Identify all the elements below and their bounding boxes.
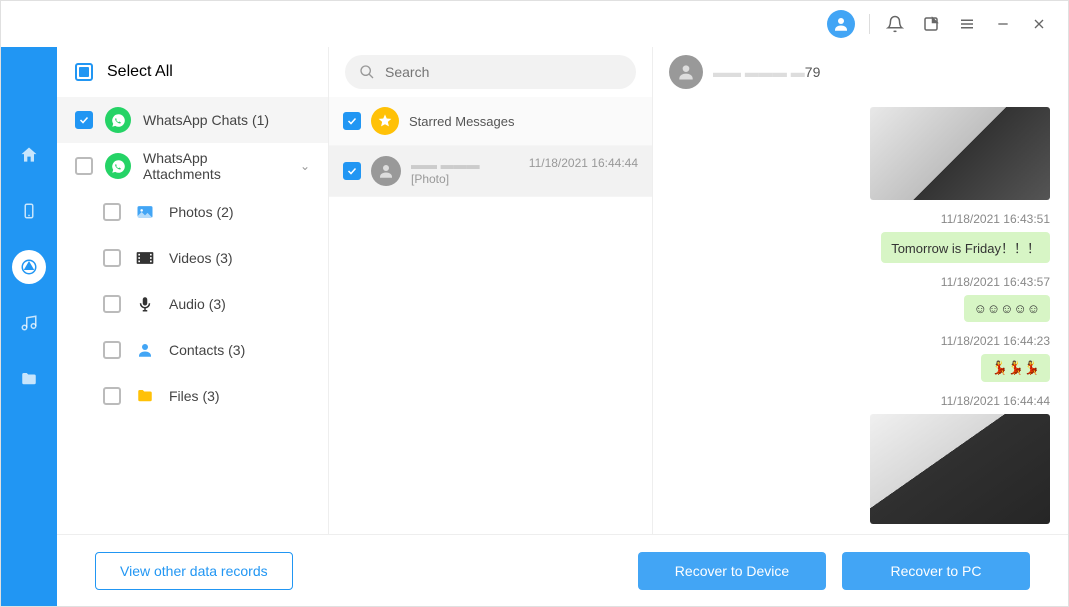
minimize-icon[interactable] (992, 13, 1014, 35)
left-rail (1, 47, 57, 606)
category-audio[interactable]: Audio (3) (57, 281, 328, 327)
conversation-header: ▬▬ ▬▬▬ ▬79 (653, 47, 1068, 97)
list-item-starred[interactable]: Starred Messages (329, 97, 652, 146)
microphone-icon (133, 292, 157, 316)
checkbox[interactable] (103, 387, 121, 405)
rail-folder-icon[interactable] (1, 351, 57, 407)
photo-icon (133, 200, 157, 224)
titlebar (1, 1, 1068, 47)
menu-icon[interactable] (956, 13, 978, 35)
list-item-time: 11/18/2021 16:44:44 (529, 156, 638, 170)
contact-number: ▬▬ ▬▬▬ ▬79 (713, 64, 820, 80)
message-bubble: Tomorrow is Friday！！！ (881, 232, 1050, 263)
chat-list-pane: Starred Messages ▬▬ ▬▬▬ [Photo] (329, 47, 653, 534)
checkbox[interactable] (103, 249, 121, 267)
main: Select All WhatsApp Chats (1) (57, 47, 1068, 606)
message-image[interactable] (870, 414, 1050, 524)
search-row (329, 47, 652, 97)
list-item-chat[interactable]: ▬▬ ▬▬▬ [Photo] 11/18/2021 16:44:44 (329, 146, 652, 197)
separator (869, 14, 870, 34)
rail-device-icon[interactable] (1, 183, 57, 239)
checkbox[interactable] (103, 341, 121, 359)
view-other-records-button[interactable]: View other data records (95, 552, 293, 590)
checkbox[interactable] (343, 112, 361, 130)
category-files[interactable]: Files (3) (57, 373, 328, 419)
avatar-icon (371, 156, 401, 186)
category-videos[interactable]: Videos (3) (57, 235, 328, 281)
category-label: Contacts (3) (169, 342, 245, 358)
checkbox[interactable] (75, 111, 93, 129)
app-window: Select All WhatsApp Chats (1) (0, 0, 1069, 607)
rail-cloud-icon[interactable] (1, 239, 57, 295)
category-label: Files (3) (169, 388, 220, 404)
category-whatsapp-attachments[interactable]: WhatsApp Attachments ⌄ (57, 143, 328, 189)
rail-music-icon[interactable] (1, 295, 57, 351)
select-all-row[interactable]: Select All (57, 47, 328, 97)
chevron-down-icon: ⌄ (300, 159, 310, 173)
user-account-icon[interactable] (827, 10, 855, 38)
checkbox[interactable] (103, 295, 121, 313)
list-item-title: ▬▬ ▬▬▬ (411, 157, 519, 172)
checkbox[interactable] (343, 162, 361, 180)
whatsapp-icon (105, 153, 131, 179)
bottom-bar: View other data records Recover to Devic… (57, 534, 1068, 606)
search-box[interactable] (345, 55, 636, 89)
category-pane: Select All WhatsApp Chats (1) (57, 47, 329, 534)
list-item-label: Starred Messages (409, 114, 515, 129)
columns: Select All WhatsApp Chats (1) (57, 47, 1068, 534)
category-label: Videos (3) (169, 250, 233, 266)
avatar-icon (669, 55, 703, 89)
category-whatsapp-chats[interactable]: WhatsApp Chats (1) (57, 97, 328, 143)
contact-icon (133, 338, 157, 362)
category-photos[interactable]: Photos (2) (57, 189, 328, 235)
conversation-body[interactable]: 11/18/2021 16:43:51 Tomorrow is Friday！！… (653, 97, 1068, 534)
conversation-pane: ▬▬ ▬▬▬ ▬79 11/18/2021 16:43:51 Tomorrow … (653, 47, 1068, 534)
app-logo-icon (1, 3, 57, 47)
category-label: Photos (2) (169, 204, 234, 220)
body: Select All WhatsApp Chats (1) (1, 47, 1068, 606)
category-label: Audio (3) (169, 296, 226, 312)
search-input[interactable] (385, 64, 622, 80)
checkbox[interactable] (75, 157, 93, 175)
category-label: WhatsApp Attachments (143, 150, 288, 182)
list-item-main: ▬▬ ▬▬▬ [Photo] (411, 157, 519, 186)
note-icon[interactable] (920, 13, 942, 35)
checkbox[interactable] (103, 203, 121, 221)
select-all-checkbox[interactable] (75, 63, 93, 81)
recover-to-pc-button[interactable]: Recover to PC (842, 552, 1030, 590)
bell-icon[interactable] (884, 13, 906, 35)
category-label: WhatsApp Chats (1) (143, 112, 269, 128)
star-icon (371, 107, 399, 135)
search-icon (359, 64, 375, 80)
message-time: 11/18/2021 16:44:23 (941, 334, 1050, 348)
rail-home-icon[interactable] (1, 127, 57, 183)
message-time: 11/18/2021 16:43:51 (941, 212, 1050, 226)
category-contacts[interactable]: Contacts (3) (57, 327, 328, 373)
message-time: 11/18/2021 16:44:44 (941, 394, 1050, 408)
video-icon (133, 246, 157, 270)
folder-icon (133, 384, 157, 408)
list-item-sub: [Photo] (411, 172, 519, 186)
recover-to-device-button[interactable]: Recover to Device (638, 552, 826, 590)
close-icon[interactable] (1028, 13, 1050, 35)
message-image[interactable] (870, 107, 1050, 200)
message-time: 11/18/2021 16:43:57 (941, 275, 1050, 289)
message-bubble: 💃💃💃 (981, 354, 1050, 382)
whatsapp-icon (105, 107, 131, 133)
select-all-label: Select All (107, 63, 173, 81)
message-bubble: ☺☺☺☺☺ (964, 295, 1050, 322)
